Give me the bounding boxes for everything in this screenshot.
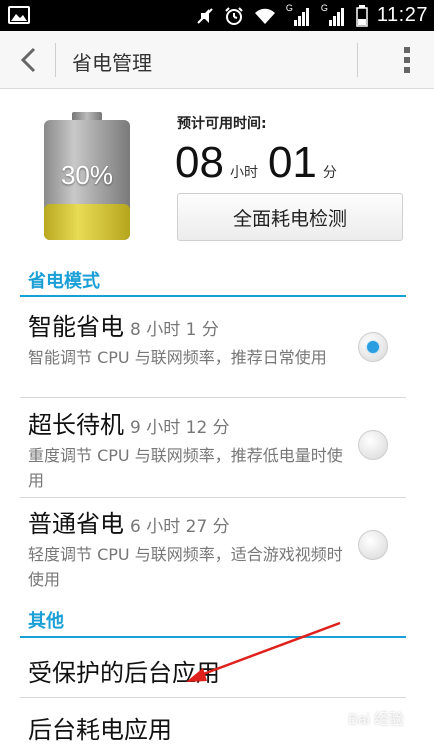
watermark-logo: Bai 经验	[348, 711, 404, 728]
annotation-arrow-icon	[186, 621, 341, 682]
